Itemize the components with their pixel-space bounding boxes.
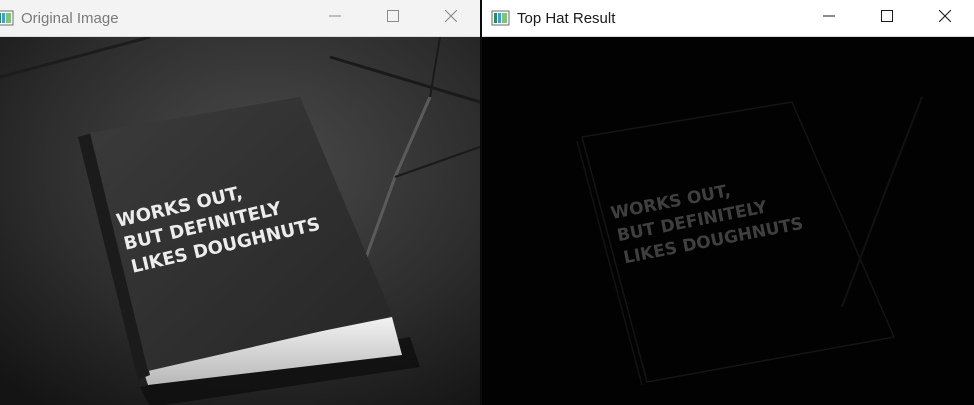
top-hat-result-image: WORKS OUT, BUT DEFINITELY LIKES DOUGHNUT… [482, 37, 974, 405]
top-hat-result-window: Top Hat Result WORKS OUT, BUT DEFINITELY… [482, 0, 974, 405]
original-image: WORKS OUT, BUT DEFINITELY LIKES DOUGHNUT… [0, 37, 480, 405]
image-viewer-icon [0, 10, 15, 26]
minimize-icon [823, 9, 835, 27]
window-title: Original Image [21, 9, 119, 27]
minimize-icon [329, 9, 341, 27]
original-image-window: Original Image WORKS OUT, BUT DEFINITELY… [0, 0, 480, 405]
close-icon [938, 9, 952, 27]
titlebar[interactable]: Original Image [0, 0, 480, 37]
titlebar[interactable]: Top Hat Result [482, 0, 974, 37]
maximize-button[interactable] [364, 0, 422, 36]
image-viewer-icon [491, 10, 511, 26]
maximize-button[interactable] [858, 0, 916, 36]
window-title: Top Hat Result [517, 9, 616, 27]
close-button[interactable] [916, 0, 974, 36]
close-icon [444, 9, 458, 27]
close-button[interactable] [422, 0, 480, 36]
maximize-icon [387, 9, 399, 27]
minimize-button[interactable] [306, 0, 364, 36]
minimize-button[interactable] [800, 0, 858, 36]
maximize-icon [881, 9, 893, 27]
